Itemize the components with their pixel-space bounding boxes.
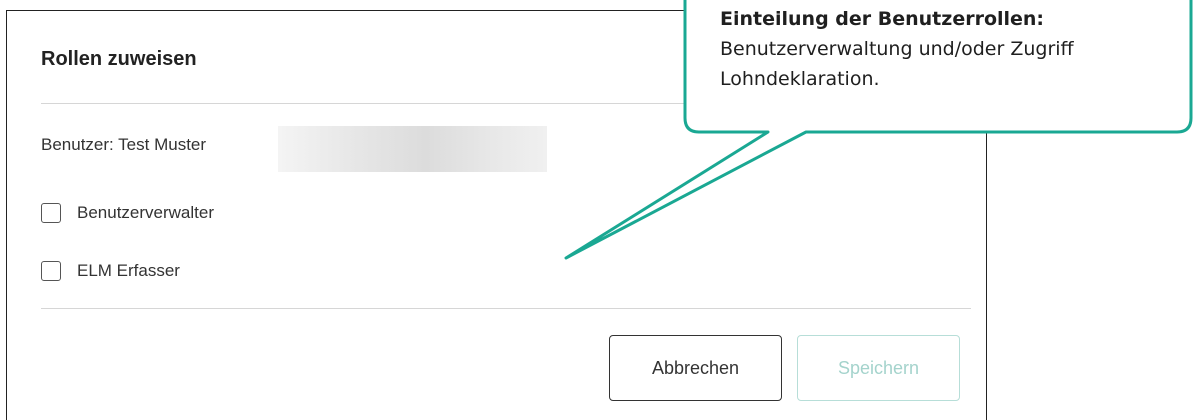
- callout-heading: Einteilung der Benutzerrollen:: [720, 8, 1045, 30]
- callout-line: Lohndeklaration.: [720, 68, 880, 90]
- callout-line: Benutzerverwaltung und/oder Zugriff: [720, 38, 1074, 60]
- callout-text: Einteilung der Benutzerrollen: Benutzerv…: [720, 4, 1180, 94]
